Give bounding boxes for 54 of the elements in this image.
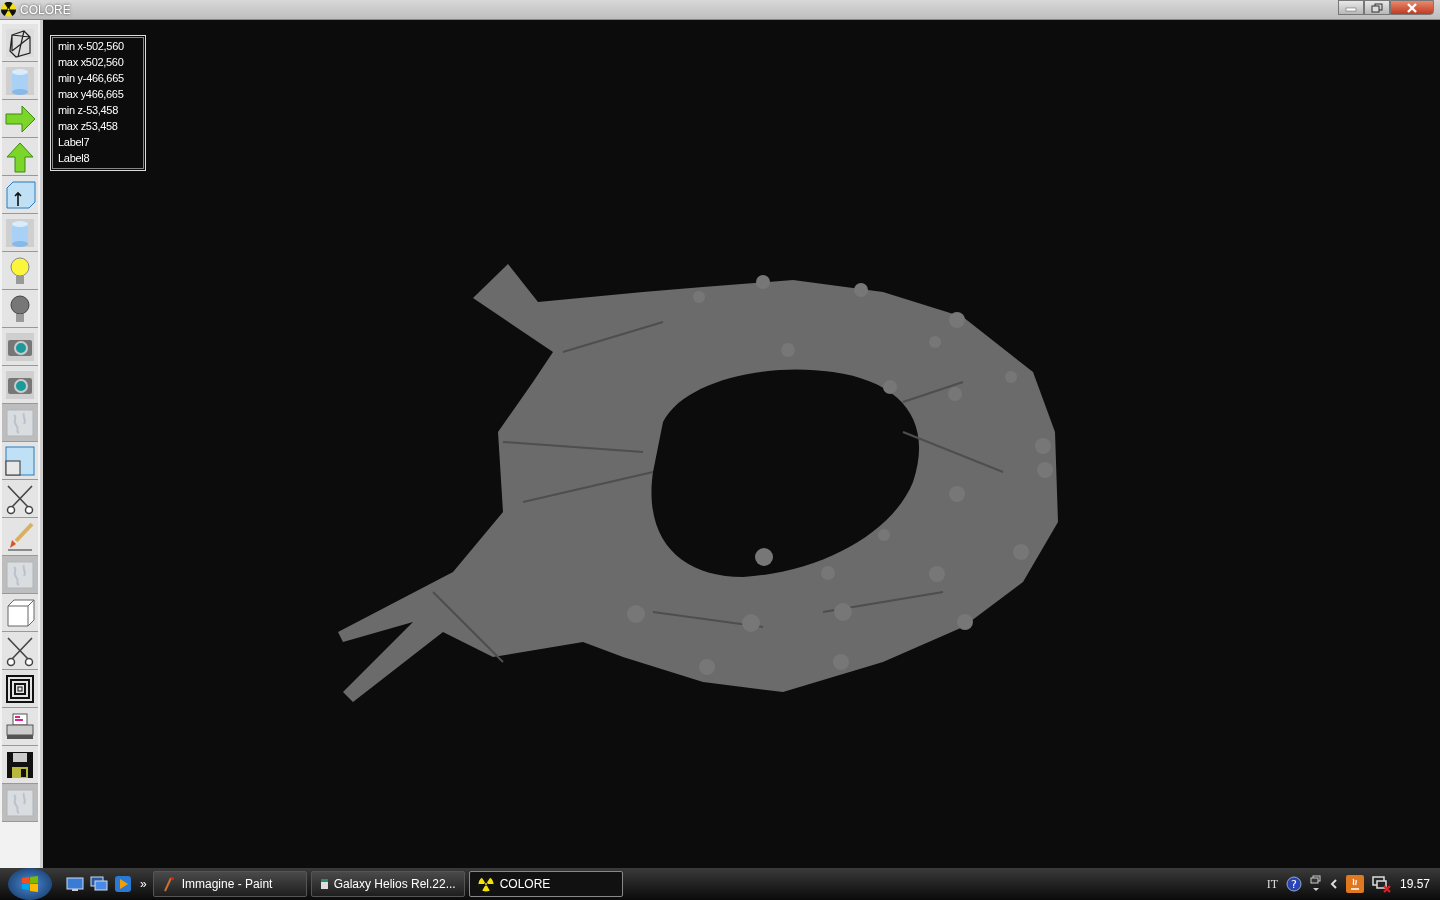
maximize-button[interactable]	[1364, 0, 1390, 15]
network-error-icon[interactable]	[1371, 875, 1392, 893]
toolbar-button[interactable]	[2, 24, 38, 62]
info-label: min y-466,665	[58, 71, 125, 86]
info-label: Label7	[58, 135, 91, 150]
box-arrow-icon	[4, 178, 36, 211]
cylinder-icon	[4, 64, 36, 97]
windows-logo-icon	[20, 874, 40, 894]
info-label: max x502,560	[58, 55, 125, 70]
taskbar-button[interactable]: COLORE	[468, 871, 623, 897]
camera-icon	[4, 330, 36, 363]
window-switch-icon[interactable]	[1309, 875, 1322, 893]
arrow-up-icon	[4, 140, 36, 173]
desktop-icon[interactable]	[66, 875, 84, 893]
paintbrush-icon	[161, 876, 176, 892]
window-panel-icon	[4, 444, 36, 477]
taskbar-button[interactable]: Galaxy Helios Rel.22...	[310, 871, 465, 897]
java-icon[interactable]	[1345, 875, 1364, 893]
cylinder-icon	[4, 216, 36, 249]
close-icon	[1406, 2, 1418, 13]
radiation-icon	[1, 2, 16, 17]
restore-icon	[1371, 2, 1383, 13]
radiation-icon	[477, 876, 494, 892]
camera-icon	[4, 368, 36, 401]
info-label: min x-502,560	[58, 39, 125, 54]
info-label: max y466,665	[58, 87, 125, 102]
start-button[interactable]	[8, 868, 52, 900]
media-player-icon[interactable]	[114, 875, 132, 893]
chevron-left-icon[interactable]	[1329, 878, 1338, 890]
toolbar-button[interactable]	[2, 708, 38, 746]
close-button[interactable]	[1390, 0, 1434, 15]
wireframe-icon	[4, 26, 36, 59]
info-label: Label8	[58, 151, 91, 166]
info-label: min z-53,458	[58, 103, 119, 118]
frosted-tile-icon	[4, 558, 36, 591]
language-indicator[interactable]: IT	[1266, 876, 1278, 892]
window-icon	[319, 878, 328, 890]
toolbar-button[interactable]	[2, 746, 38, 784]
info-label: max z53,458	[58, 119, 119, 134]
taskbar-button[interactable]: Immagine - Paint	[152, 871, 307, 897]
toolbar-button[interactable]	[2, 176, 38, 214]
toolbar-button[interactable]	[2, 632, 38, 670]
frosted-tile-icon	[4, 406, 36, 439]
windows-stack-icon[interactable]	[90, 875, 108, 893]
overflow-button[interactable]: »	[140, 877, 147, 891]
toolbar-button[interactable]	[2, 480, 38, 518]
window-title: COLORE	[20, 2, 71, 17]
concentric-squares-icon	[4, 672, 36, 705]
cube-icon	[4, 596, 36, 629]
frosted-tile-icon	[4, 786, 36, 819]
minimize-button[interactable]	[1338, 0, 1364, 15]
toolbar-button[interactable]	[2, 670, 38, 708]
clock: 19.57	[1399, 877, 1430, 891]
help-icon[interactable]: ?	[1285, 876, 1302, 892]
